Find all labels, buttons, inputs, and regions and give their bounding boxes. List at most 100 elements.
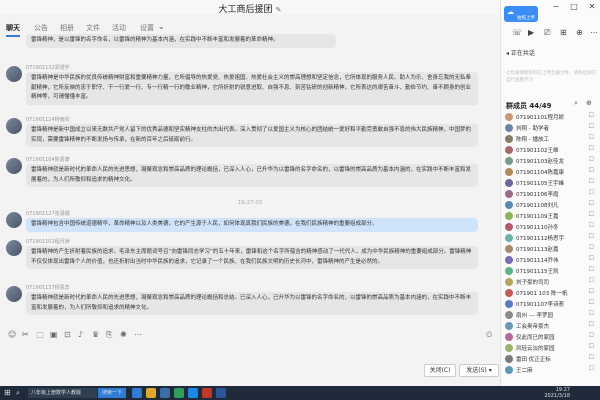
member-item[interactable]: 071901106李霞 ☐ <box>502 189 596 199</box>
close-icon[interactable]: ✕ <box>584 1 600 13</box>
mic-icon[interactable]: ♪ <box>78 330 83 339</box>
member-item[interactable]: 071901105王宇峰 ☐ <box>502 178 596 188</box>
message-bubble: 雷锋精神的产生折射着民族的追求。毛泽东主席题词号召“向雷锋同志学习”的五十年来，… <box>26 246 478 269</box>
send-button[interactable]: 发送(S) ▾ <box>459 364 499 377</box>
close-button[interactable]: 关闭(C) <box>424 364 456 377</box>
edit-icon[interactable]: ✎ <box>276 6 282 14</box>
device-icon: ☐ <box>588 145 594 152</box>
member-item[interactable]: 陈翔 - 播放工 ☐ <box>502 134 596 144</box>
avatar[interactable] <box>6 158 22 174</box>
app-icon[interactable]: ⊞ <box>560 28 567 37</box>
device-icon: ☐ <box>588 222 594 229</box>
avatar <box>505 157 513 165</box>
member-item[interactable]: 071901108刘凡 ☐ <box>502 200 596 210</box>
send-options-icon[interactable]: ▾ <box>489 367 492 374</box>
photo-upload-button[interactable]: ☁ 拍照上传 <box>504 6 538 22</box>
message-bubble: 雷锋精神，是以雷锋的名字命名，以雷锋的精神为基本内涵，在实践中不断丰富和发展着的… <box>26 34 336 48</box>
history-icon[interactable]: ⏲ <box>486 330 492 340</box>
tab-files[interactable]: 文件 <box>86 23 100 33</box>
chat-area[interactable]: 雷锋精神，是以雷锋的名字命名，以雷锋的精神为基本内涵，在实践中不断丰富和发展着的… <box>0 34 500 326</box>
minimize-icon[interactable]: − <box>548 1 564 13</box>
avatar <box>505 267 513 275</box>
avatar[interactable] <box>6 66 22 82</box>
sender-name[interactable]: 071901132郑诺宇 <box>26 64 70 71</box>
video-icon[interactable]: ▶ <box>528 28 534 37</box>
sender-name[interactable]: 071901137杨思蕊 <box>26 284 70 291</box>
member-item[interactable]: 071901104陈嘉康 ☐ <box>502 167 596 177</box>
qq-icon[interactable] <box>188 388 198 398</box>
avatar[interactable] <box>6 286 22 302</box>
member-item[interactable]: 雷田 优正正标 ☐ <box>502 354 596 364</box>
start-icon[interactable]: ⊞ <box>4 388 11 398</box>
screen-share-icon[interactable]: ⎘ <box>106 330 112 340</box>
member-item[interactable]: 刘翔 - 助学者 ☐ <box>502 123 596 133</box>
wechat-icon[interactable] <box>174 388 184 398</box>
avatar <box>505 135 513 143</box>
member-item[interactable]: 071901114乔伟 ☐ <box>502 255 596 265</box>
member-item[interactable]: 071901103赵佳龙 ☐ <box>502 156 596 166</box>
member-item[interactable]: 071901110孙冬 ☐ <box>502 222 596 232</box>
member-item[interactable]: 071901102王维 ☐ <box>502 145 596 155</box>
edge-icon[interactable] <box>132 388 142 398</box>
message-input[interactable] <box>6 344 494 362</box>
device-icon: ☐ <box>588 123 594 130</box>
member-item[interactable]: 071901115王凯 ☐ <box>502 266 596 276</box>
taskbar-search-box[interactable]: 搜索一下 <box>98 388 126 398</box>
folder-icon[interactable]: 🗀 <box>36 330 44 344</box>
windows-taskbar: ⊞ ⌕ 八年级上册数学人教版 搜索一下 19:27 2021/3/18 <box>0 386 600 400</box>
scissors-icon[interactable]: ✂ <box>22 330 29 339</box>
group-notice[interactable]: 七年级课程资料已上传至群文件，请各位同学自行查看学习 <box>506 70 596 84</box>
member-item[interactable]: 风轻云淡的家园 ☐ <box>502 343 596 353</box>
tab-activities[interactable]: 活动 <box>112 23 126 33</box>
ppt-icon[interactable] <box>202 388 212 398</box>
share-screen-icon[interactable]: ⎚ <box>544 28 550 38</box>
member-item[interactable]: 071901101程月娇 ☐ <box>502 112 596 122</box>
member-item[interactable]: 扇州 --- 李罗园 ☐ <box>502 310 596 320</box>
taskbar-item-document[interactable]: 八年级上册数学人教版 <box>28 388 97 398</box>
member-item[interactable]: 刘子豪的司司 ☐ <box>502 277 596 287</box>
avatar[interactable] <box>6 240 22 256</box>
member-item[interactable]: 王二麻 ☐ <box>502 365 596 375</box>
member-name: 071901113赵嘉 <box>516 247 559 253</box>
tab-settings[interactable]: 设置 <box>140 23 154 33</box>
member-item[interactable]: 071901112杨思宇 ☐ <box>502 233 596 243</box>
search-icon[interactable]: ⌕ <box>16 388 20 398</box>
avatar <box>505 333 513 341</box>
crown-icon[interactable]: ♛ <box>92 330 99 339</box>
tab-album[interactable]: 相册 <box>60 23 74 33</box>
image-icon[interactable]: ▣ <box>50 330 58 339</box>
add-member-icon[interactable]: ⊕ <box>586 99 592 107</box>
store-icon[interactable] <box>160 388 170 398</box>
member-item[interactable]: 071901 103 陈一帆 ☐ <box>502 288 596 298</box>
shake-icon[interactable]: ✺ <box>120 330 127 339</box>
search-icon[interactable]: ⌕ <box>574 99 578 108</box>
maximize-icon[interactable]: □ <box>566 1 582 13</box>
smiley-icon[interactable]: ☺ <box>8 330 16 339</box>
sender-name[interactable]: 071901124杨雨欣 <box>26 116 70 123</box>
more-icon[interactable]: ⋯ <box>590 28 598 37</box>
word-icon[interactable] <box>216 388 226 398</box>
gift-icon[interactable]: ⊡ <box>64 330 71 339</box>
file-explorer-icon[interactable] <box>146 388 156 398</box>
member-item[interactable]: 工会奥帝豪杰 ☐ <box>502 321 596 331</box>
add-icon[interactable]: ⊕ <box>576 28 583 37</box>
avatar <box>505 201 513 209</box>
sender-name[interactable]: 071901127张潇璐 <box>26 210 70 217</box>
avatar <box>505 179 513 187</box>
member-item[interactable]: 071901113赵嘉 ☐ <box>502 244 596 254</box>
tab-announcement[interactable]: 公告 <box>34 23 48 33</box>
tab-chat[interactable]: 聊天 <box>6 23 20 37</box>
device-icon: ☐ <box>588 112 594 119</box>
sender-name[interactable]: 071901101程月娇 <box>26 238 70 245</box>
member-item[interactable]: 071901109王嘉 ☐ <box>502 211 596 221</box>
avatar[interactable] <box>6 212 22 228</box>
member-item[interactable]: 071901107李诗荟 ☐ <box>502 299 596 309</box>
phone-icon[interactable]: ☏ <box>512 28 522 37</box>
more-icon[interactable]: ⋯ <box>134 330 142 339</box>
system-clock[interactable]: 19:27 2021/3/18 <box>544 387 570 399</box>
speaking-status[interactable]: ◂ 正在共话 <box>506 48 535 57</box>
member-item[interactable]: 仅此而已的家园 ☐ <box>502 332 596 342</box>
avatar[interactable] <box>6 118 22 134</box>
chevron-down-icon[interactable]: ⌄ <box>158 22 165 31</box>
sender-name[interactable]: 071901104陈嘉康 <box>26 156 70 163</box>
